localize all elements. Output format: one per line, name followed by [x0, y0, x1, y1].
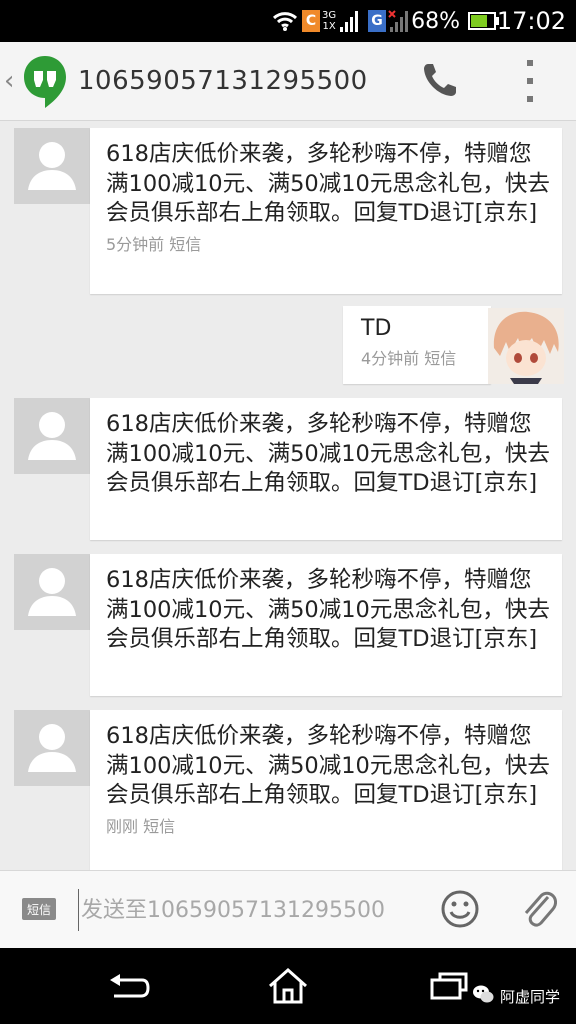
message-text: 618店庆低价来袭，多轮秒嗨不停，特赠您满100减10元、满50减10元思念礼包… [106, 567, 550, 652]
paperclip-icon[interactable] [518, 887, 558, 935]
contact-avatar[interactable] [14, 398, 90, 474]
back-arrow-icon[interactable] [106, 966, 150, 1010]
message-meta: 4分钟前 短信 [361, 349, 457, 368]
message-bubble[interactable]: 618店庆低价来袭，多轮秒嗨不停，特赠您满100减10元、满50减10元思念礼包… [90, 710, 562, 870]
carrier-g-icon: G [368, 0, 386, 42]
message-meta: 刚刚 短信 [106, 816, 176, 836]
status-bar: C 3G 1X G 68% 17:02 [0, 0, 576, 42]
person-icon [28, 724, 76, 772]
overflow-menu-icon[interactable] [520, 60, 540, 102]
chevron-left-icon[interactable]: ‹ [4, 42, 14, 120]
recent-apps-icon[interactable] [428, 966, 472, 1010]
clock: 17:02 [496, 7, 566, 35]
hangouts-icon[interactable] [22, 54, 68, 114]
battery-icon [468, 0, 499, 42]
sent-message-bubble[interactable]: TD 4分钟前 短信 [343, 306, 491, 384]
navigation-bar: 阿虚同学 [0, 948, 576, 1024]
battery-percent: 68% [411, 8, 460, 34]
message-bubble[interactable]: 618店庆低价来袭，多轮秒嗨不停，特赠您满100减10元、满50减10元思念礼包… [90, 128, 562, 294]
battery-level [471, 15, 488, 27]
wechat-icon [472, 984, 494, 1008]
message-bubble[interactable]: 618店庆低价来袭，多轮秒嗨不停，特赠您满100减10元、满50减10元思念礼包… [90, 398, 562, 540]
contact-number: 10659057131295500 [78, 66, 368, 96]
contact-avatar[interactable] [14, 128, 90, 204]
person-icon [28, 412, 76, 460]
network-a-label: 3G [322, 10, 337, 21]
message-input[interactable] [78, 889, 423, 931]
wifi-icon [272, 0, 298, 42]
home-icon[interactable] [266, 966, 310, 1010]
message-text: TD [361, 316, 392, 341]
network-type: 3G 1X [322, 0, 336, 42]
signal-b-icon [388, 0, 412, 42]
message-bubble[interactable]: 618店庆低价来袭，多轮秒嗨不停，特赠您满100减10元、满50减10元思念礼包… [90, 554, 562, 696]
message-text: 618店庆低价来袭，多轮秒嗨不停，特赠您满100减10元、满50减10元思念礼包… [106, 411, 550, 496]
carrier-g-label: G [368, 10, 386, 32]
carrier-c-icon: C [302, 0, 320, 42]
conversation-header: ‹ 10659057131295500 [0, 42, 576, 121]
contact-avatar[interactable] [14, 710, 90, 786]
network-b-label: 1X [322, 21, 336, 32]
message-meta: 5分钟前 短信 [106, 234, 202, 254]
user-avatar[interactable] [488, 308, 564, 384]
phone-icon[interactable] [420, 60, 460, 104]
contact-avatar[interactable] [14, 554, 90, 630]
person-icon [28, 142, 76, 190]
message-text: 618店庆低价来袭，多轮秒嗨不停，特赠您满100减10元、满50减10元思念礼包… [106, 723, 550, 808]
person-icon [28, 568, 76, 616]
watermark-text: 阿虚同学 [500, 987, 561, 1006]
sms-type-badge[interactable]: 短信 [22, 898, 56, 920]
watermark: 阿虚同学 [472, 982, 560, 1010]
signal-a-icon [340, 0, 360, 42]
carrier-c-label: C [302, 10, 320, 32]
compose-bar: 短信 [0, 870, 576, 949]
message-text: 618店庆低价来袭，多轮秒嗨不停，特赠您满100减10元、满50减10元思念礼包… [106, 141, 550, 226]
smiley-icon[interactable] [440, 889, 480, 933]
